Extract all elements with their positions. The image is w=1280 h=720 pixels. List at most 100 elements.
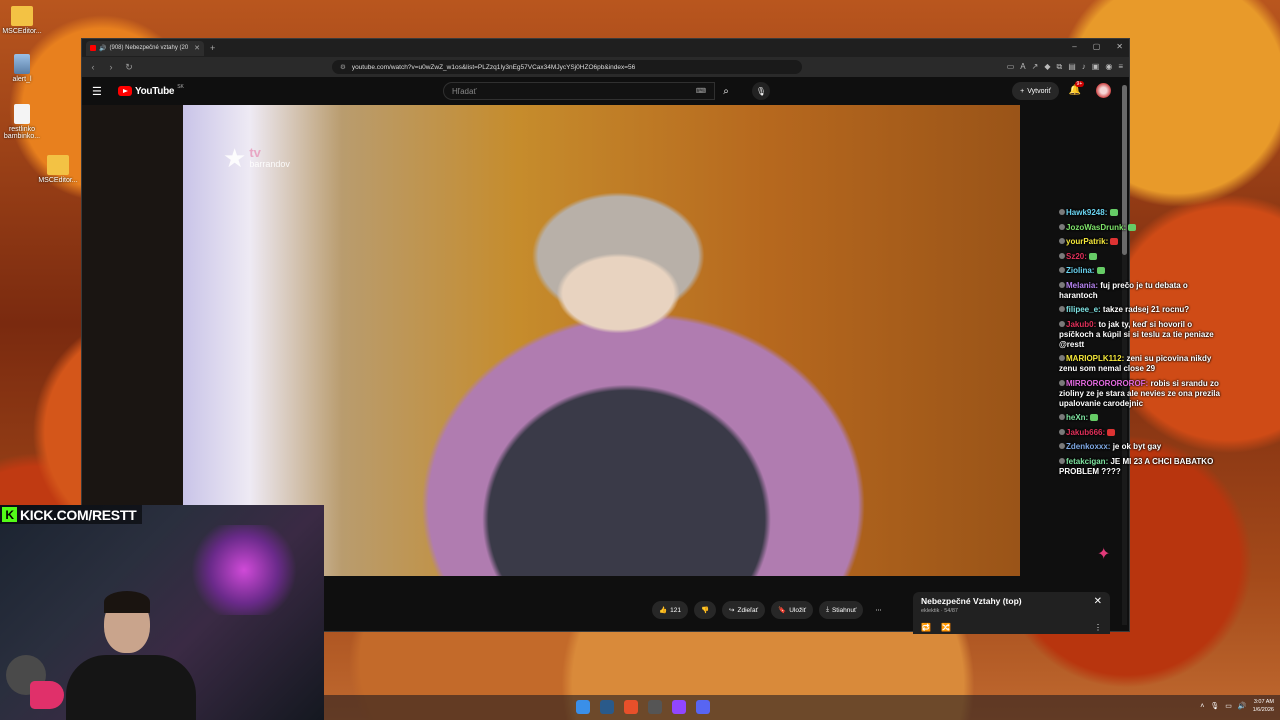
chat-username[interactable]: Zdenkoxxx: bbox=[1066, 442, 1110, 451]
chat-message: Hawk9248: bbox=[1059, 208, 1224, 218]
reader-icon[interactable]: ▭ bbox=[1007, 62, 1015, 72]
terminal-icon[interactable] bbox=[600, 700, 614, 714]
chat-badge-icon bbox=[1059, 306, 1065, 312]
chat-username[interactable]: heXn: bbox=[1066, 413, 1088, 422]
chat-username[interactable]: Jakub0: bbox=[1066, 320, 1096, 329]
kick-k-icon: K bbox=[2, 507, 17, 522]
chat-username[interactable]: Jakub666: bbox=[1066, 428, 1105, 437]
volume-icon[interactable]: 🔊 bbox=[1238, 702, 1247, 710]
chat-username[interactable]: Sz20: bbox=[1066, 252, 1087, 261]
speaker-icon: 🔊 bbox=[99, 45, 107, 52]
chat-message: filipee_e: takze radsej 21 rocnu? bbox=[1059, 305, 1224, 315]
download-button[interactable]: ⤓ Stiahnuť bbox=[819, 601, 864, 619]
more-actions-button[interactable]: ⋯ bbox=[869, 601, 887, 619]
reload-icon[interactable]: ↻ bbox=[124, 62, 134, 73]
loop-icon[interactable]: 🔁 bbox=[921, 623, 931, 632]
playlist-subtitle: eklektik · 54/87 bbox=[921, 608, 958, 614]
youtube-header: ☰ YouTube SK Hľadať ⌨ ⌕ 🎙 + Vytvoriť 🔔 9… bbox=[82, 77, 1129, 105]
thumbs-down-icon: 👎 bbox=[700, 607, 710, 614]
tab-youtube[interactable]: 🔊 (908) Nebezpečné vztahy (20 ✕ bbox=[86, 40, 204, 56]
like-button[interactable]: 👍 121 bbox=[652, 601, 688, 619]
new-tab-icon[interactable]: + bbox=[210, 43, 215, 53]
playlist-panel: Nebezpečné Vztahy (top) eklektik · 54/87… bbox=[913, 592, 1110, 634]
chat-overlay: Hawk9248: JozoWasDrunk: yourPatrik: Sz20… bbox=[1059, 208, 1224, 481]
chat-username[interactable]: Hawk9248: bbox=[1066, 208, 1107, 217]
create-button[interactable]: + Vytvoriť bbox=[1012, 82, 1059, 100]
shuffle-icon[interactable]: 🔀 bbox=[941, 623, 951, 632]
chat-username[interactable]: MIRROROROROROF: bbox=[1066, 379, 1148, 388]
chat-username[interactable]: Melania: bbox=[1066, 281, 1098, 290]
clock-date: 1/6/2026 bbox=[1252, 707, 1274, 713]
chat-username[interactable]: fetakcigan: bbox=[1066, 457, 1108, 466]
chat-text: je ok byt gay bbox=[1112, 442, 1162, 451]
desktop-icon-app[interactable]: alert_l bbox=[0, 54, 44, 83]
chat-message: MARIOPLK112: zeni su picovina nikdy zenu… bbox=[1059, 354, 1224, 374]
chat-badge-icon bbox=[1059, 457, 1065, 464]
chevron-up-icon[interactable]: ˄ bbox=[1200, 703, 1204, 710]
create-label: Vytvoriť bbox=[1027, 87, 1051, 95]
chat-text: takze radsej 21 rocnu? bbox=[1102, 305, 1190, 314]
keyboard-icon[interactable]: ⌨ bbox=[696, 87, 706, 95]
share-icon[interactable]: ↗ bbox=[1032, 62, 1039, 72]
youtube-logo[interactable]: YouTube SK bbox=[118, 83, 184, 97]
back-icon[interactable]: ‹ bbox=[88, 62, 98, 72]
folder-icon bbox=[11, 6, 33, 26]
twitch-icon[interactable] bbox=[672, 700, 686, 714]
brave-icon[interactable] bbox=[624, 700, 638, 714]
close-window-icon[interactable]: ✕ bbox=[1116, 42, 1123, 51]
desktop-icon-folder[interactable]: MSCEditor... bbox=[36, 155, 80, 184]
vpn-icon[interactable]: ◉ bbox=[1105, 62, 1112, 72]
voice-search-button[interactable]: 🎙 bbox=[752, 82, 770, 100]
playlist-more-icon[interactable]: ⋮ bbox=[1094, 623, 1102, 632]
chat-username[interactable]: filipee_e: bbox=[1066, 305, 1101, 314]
chat-username[interactable]: yourPatrik: bbox=[1066, 237, 1108, 246]
extension-icon[interactable]: ⧉ bbox=[1057, 62, 1063, 72]
region-code: SK bbox=[177, 83, 184, 90]
desktop-icon-folder[interactable]: MSCEditor... bbox=[0, 6, 44, 35]
chat-username[interactable]: JozoWasDrunk: bbox=[1066, 223, 1126, 232]
share-button[interactable]: ↪ Zdieľať bbox=[722, 601, 766, 619]
window-controls: – ▢ ✕ bbox=[1072, 42, 1123, 51]
chat-username[interactable]: MARIOPLK112: bbox=[1066, 354, 1124, 363]
chat-emote-icon bbox=[1096, 267, 1105, 274]
notifications-button[interactable]: 🔔 9+ bbox=[1069, 81, 1085, 96]
search-button[interactable]: ⌕ bbox=[715, 82, 737, 100]
search-input[interactable]: Hľadať ⌨ bbox=[443, 82, 715, 100]
sidebar-icon[interactable]: ▤ bbox=[1068, 62, 1076, 72]
taskbar: ˄ 🎙 ▭ 🔊 3:07 AM 1/6/2026 bbox=[324, 695, 1280, 720]
chat-username[interactable]: Ziolina: bbox=[1066, 266, 1094, 275]
save-button[interactable]: 🔖 Uložiť bbox=[771, 601, 814, 619]
chat-emote-icon bbox=[1109, 209, 1118, 216]
chat-message: Jakub666: bbox=[1059, 428, 1224, 438]
start-icon[interactable] bbox=[576, 700, 590, 714]
menu-icon[interactable]: ≡ bbox=[1118, 62, 1123, 72]
hamburger-menu-icon[interactable]: ☰ bbox=[92, 85, 106, 98]
maximize-icon[interactable]: ▢ bbox=[1093, 42, 1101, 51]
playlist-title[interactable]: Nebezpečné Vztahy (top) bbox=[921, 596, 1102, 606]
star-logo-icon: ★ bbox=[223, 143, 247, 173]
music-icon[interactable]: ♪ bbox=[1082, 62, 1086, 72]
close-tab-icon[interactable]: ✕ bbox=[194, 44, 200, 52]
clock[interactable]: 3:07 AM 1/6/2026 bbox=[1253, 698, 1274, 714]
microphone-icon: 🎙 bbox=[755, 86, 767, 96]
forward-icon[interactable]: › bbox=[106, 62, 116, 72]
chat-badge-icon bbox=[1059, 281, 1065, 288]
chat-badge-icon bbox=[1059, 238, 1065, 244]
close-icon[interactable]: ✕ bbox=[1094, 596, 1102, 607]
translate-icon[interactable]: A bbox=[1020, 62, 1025, 72]
obs-icon[interactable] bbox=[648, 700, 662, 714]
folder-icon bbox=[47, 155, 69, 175]
dislike-button[interactable]: 👎 bbox=[693, 601, 717, 619]
desktop-icon-label: restlinko bambinko... bbox=[3, 126, 41, 140]
wallet-icon[interactable]: ▣ bbox=[1092, 62, 1100, 72]
url-field[interactable]: ⚙ youtube.com/watch?v=u0wZwZ_w1os&list=P… bbox=[332, 60, 802, 74]
mic-tray-icon[interactable]: 🎙 bbox=[1210, 702, 1219, 710]
chat-badge-icon bbox=[1059, 379, 1065, 386]
avatar[interactable] bbox=[1096, 83, 1111, 98]
minimize-icon[interactable]: – bbox=[1072, 42, 1076, 51]
shield-icon[interactable]: ◆ bbox=[1044, 62, 1050, 72]
discord-icon[interactable] bbox=[696, 700, 710, 714]
desktop-icon-file[interactable]: restlinko bambinko... bbox=[0, 104, 44, 140]
site-info-icon[interactable]: ⚙ bbox=[340, 63, 346, 71]
monitor-icon[interactable]: ▭ bbox=[1225, 702, 1232, 710]
